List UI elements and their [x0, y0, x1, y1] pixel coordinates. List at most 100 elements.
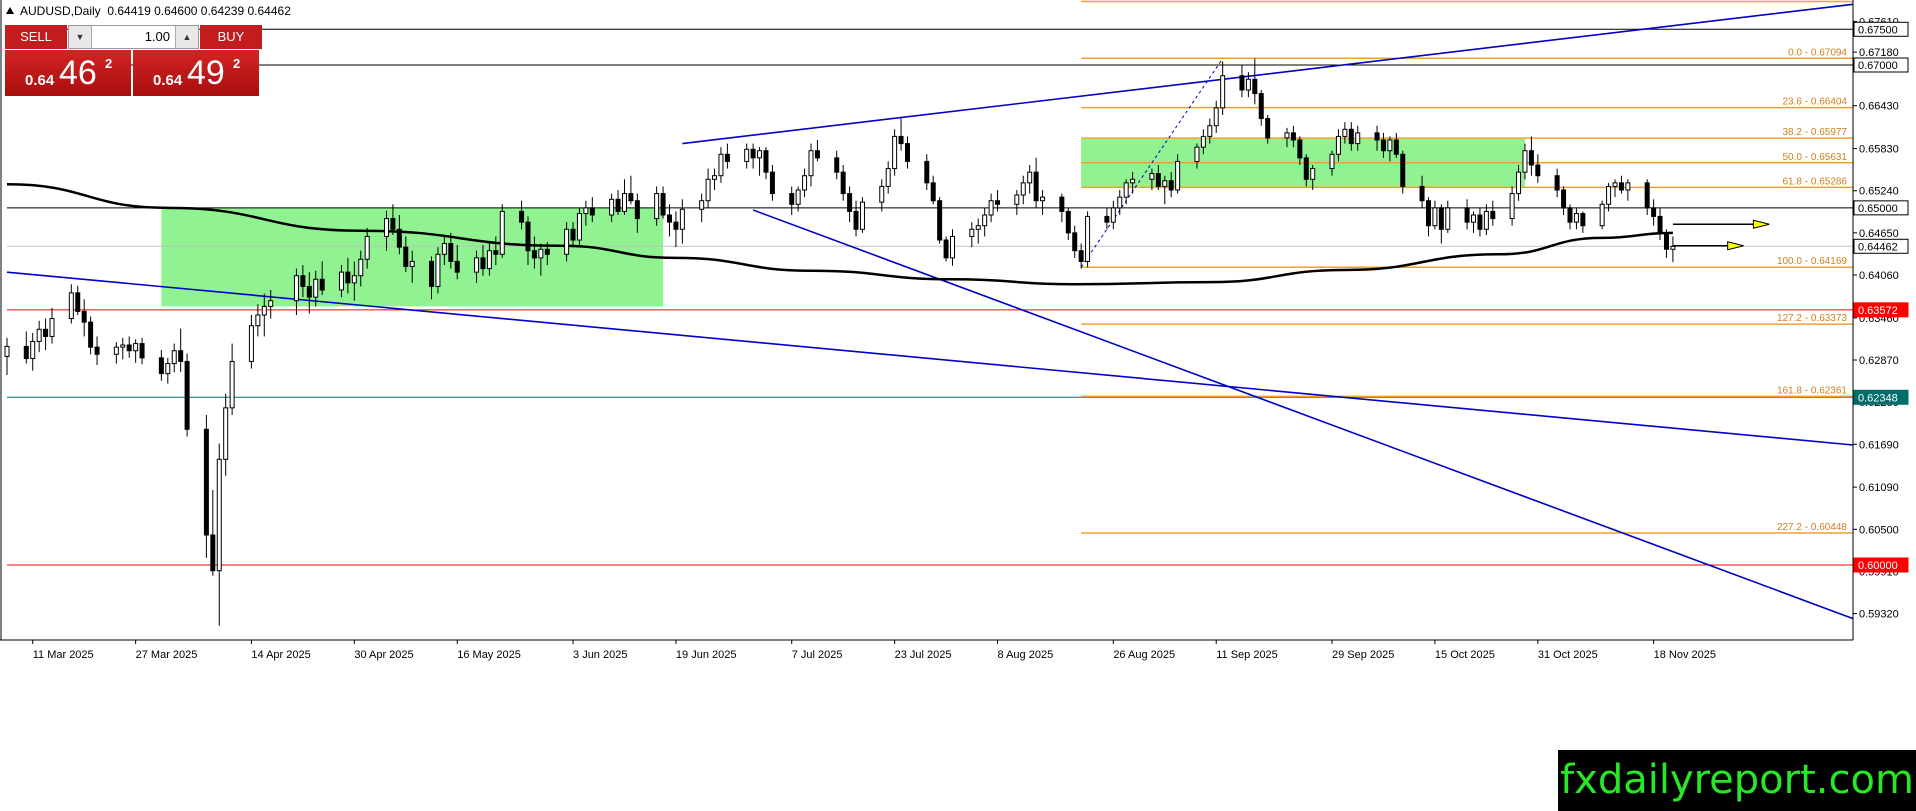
- bull-candle: [1329, 153, 1335, 170]
- bear-candle: [210, 534, 216, 572]
- bull-candle: [133, 343, 139, 352]
- bear-candle: [1239, 75, 1245, 91]
- arrows-layer: [1672, 219, 1770, 251]
- bull-candle: [1130, 178, 1136, 184]
- bear-candle: [94, 346, 100, 355]
- bear-candle: [1438, 207, 1444, 230]
- price-chart[interactable]: -27.2 - 0.67889 0.0 - 0.67094 23.6 - 0.664…: [0, 0, 1916, 811]
- sell-price-main: 46: [59, 54, 97, 92]
- bear-candle: [1059, 196, 1065, 212]
- bull-candle: [248, 325, 254, 362]
- sell-price-prefix: 0.64: [25, 72, 55, 89]
- bear-candle: [1561, 189, 1567, 209]
- sell-price-box[interactable]: 0.64 46 2: [5, 50, 131, 96]
- bull-candle: [293, 275, 299, 302]
- bear-candle: [1348, 128, 1354, 145]
- bear-candle: [814, 150, 820, 159]
- bull-candle: [474, 257, 480, 273]
- x-tick-label: 8 Aug 2025: [998, 649, 1054, 661]
- bear-candle: [724, 153, 730, 162]
- bear-candle: [1651, 207, 1657, 217]
- lot-increase-icon[interactable]: ▲: [175, 26, 198, 48]
- bear-candle: [429, 260, 435, 287]
- bear-candle: [519, 210, 525, 223]
- bear-candle: [88, 321, 94, 348]
- bear-candle: [396, 228, 402, 248]
- x-tick-label: 31 Oct 2025: [1538, 649, 1598, 661]
- bull-candle: [1483, 210, 1489, 230]
- bull-candle: [171, 350, 177, 365]
- fib-level-label: 50.0 - 0.65631: [1783, 152, 1848, 163]
- buy-price-pipette: 2: [233, 56, 241, 71]
- x-tick-label: 30 Apr 2025: [354, 649, 413, 661]
- bull-candle: [338, 271, 344, 291]
- buy-button[interactable]: BUY: [200, 25, 262, 49]
- bear-candle: [480, 257, 486, 270]
- bull-candle: [435, 253, 441, 287]
- bull-candle: [229, 360, 235, 409]
- bull-candle: [441, 243, 447, 255]
- bear-candle: [898, 135, 904, 145]
- bear-candle: [1265, 118, 1271, 139]
- bear-candle: [126, 344, 132, 352]
- sell-button[interactable]: SELL: [5, 25, 67, 49]
- bear-candle: [847, 193, 853, 212]
- bull-candle: [1670, 245, 1676, 250]
- fibonacci-layer: -27.2 - 0.67889 0.0 - 0.67094 23.6 - 0.664…: [1080, 0, 1853, 534]
- price-label-text: 0.67000: [1858, 60, 1898, 72]
- bull-candle: [1625, 182, 1631, 191]
- lot-decrease-icon[interactable]: ▼: [69, 26, 92, 48]
- bull-candle: [36, 328, 42, 342]
- bear-candle: [306, 285, 312, 298]
- bear-candle: [345, 271, 351, 284]
- bear-candle: [673, 221, 679, 230]
- x-tick-label: 7 Jul 2025: [792, 649, 843, 661]
- buy-price-box[interactable]: 0.64 49 2: [133, 50, 259, 96]
- bear-candle: [1400, 153, 1406, 187]
- fib-level-label: 100.0 - 0.64169: [1777, 256, 1847, 267]
- bull-candle: [1387, 139, 1393, 152]
- bull-candle: [113, 346, 119, 355]
- bull-candle: [1027, 171, 1033, 184]
- lot-size-value[interactable]: 1.00: [93, 26, 174, 48]
- bull-candle: [950, 235, 956, 259]
- bull-candle: [744, 148, 750, 162]
- bull-candle: [1432, 207, 1438, 227]
- y-tick-label: 0.61690: [1859, 439, 1899, 451]
- bull-candle: [1194, 146, 1200, 162]
- bear-candle: [660, 193, 666, 216]
- lot-size-field[interactable]: ▼ 1.00 ▲: [68, 25, 199, 49]
- bull-candle: [1085, 215, 1091, 262]
- bear-candle: [769, 171, 775, 195]
- y-tick-label: 0.60500: [1859, 524, 1899, 536]
- y-tick-label: 0.65240: [1859, 186, 1899, 198]
- bull-candle: [1355, 132, 1361, 145]
- bull-candle: [969, 228, 975, 237]
- bear-candle: [1065, 210, 1071, 234]
- y-tick-label: 0.59320: [1859, 609, 1899, 621]
- bear-candle: [319, 278, 325, 291]
- bull-candle: [988, 200, 994, 216]
- bull-candle: [1200, 135, 1206, 148]
- bull-candle: [1207, 125, 1213, 137]
- trendlines-layer: [6, 3, 1854, 620]
- fib-level-label: 227.2 - 0.60448: [1777, 522, 1847, 533]
- bull-candle: [576, 213, 582, 241]
- bull-candle: [1245, 78, 1251, 91]
- bull-candle: [1516, 171, 1522, 195]
- bear-candle: [300, 275, 306, 287]
- bull-candle: [564, 228, 570, 255]
- bull-candle: [538, 248, 544, 259]
- bear-candle: [1535, 164, 1541, 177]
- y-tick-label: 0.65830: [1859, 144, 1899, 156]
- bear-candle: [1618, 182, 1624, 191]
- y-tick-label: 0.61090: [1859, 482, 1899, 494]
- x-tick-label: 15 Oct 2025: [1435, 649, 1495, 661]
- bear-candle: [634, 200, 640, 220]
- ohlc-values: 0.64419 0.64600 0.64239 0.64462: [107, 4, 291, 18]
- bear-candle: [1297, 139, 1303, 159]
- bear-candle: [924, 160, 930, 184]
- bear-candle: [1033, 171, 1039, 202]
- x-tick-label: 14 Apr 2025: [251, 649, 310, 661]
- bull-candle: [1284, 132, 1290, 139]
